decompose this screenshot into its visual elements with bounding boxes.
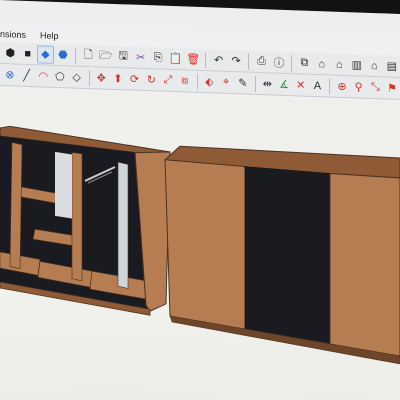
back-view-icon[interactable]: ⌂ bbox=[366, 56, 382, 75]
menu-extensions[interactable]: nsions bbox=[0, 26, 26, 43]
toolbar-separator bbox=[88, 69, 90, 86]
follow-me-icon[interactable]: ↻ bbox=[144, 71, 160, 90]
model-viewport[interactable] bbox=[0, 88, 400, 400]
iso-view-icon[interactable]: ⧉ bbox=[296, 54, 312, 73]
copy-icon[interactable]: ⎘ bbox=[150, 49, 166, 68]
push-pull-icon[interactable]: ⬆ bbox=[110, 69, 126, 88]
scale-icon[interactable]: ⤢ bbox=[160, 71, 176, 90]
axes-icon[interactable]: ✕ bbox=[293, 76, 309, 95]
zoom-icon[interactable]: ⚲ bbox=[351, 78, 367, 97]
rotated-rect-icon[interactable]: ◇ bbox=[69, 68, 85, 87]
front-view-icon[interactable]: ⌂ bbox=[331, 55, 347, 74]
move-icon[interactable]: ✥ bbox=[93, 69, 109, 88]
extension-manager-icon[interactable]: ⬣ bbox=[55, 45, 71, 64]
toolbar-separator bbox=[75, 47, 77, 64]
paint-icon[interactable]: ⬖ bbox=[201, 73, 217, 92]
tape-measure-icon[interactable]: ⌖ bbox=[218, 73, 234, 92]
text-icon[interactable]: A bbox=[310, 76, 326, 95]
extension-warehouse-icon[interactable]: ◆ bbox=[36, 44, 54, 64]
right-view-icon[interactable]: ▥ bbox=[349, 56, 365, 75]
menu-help[interactable]: Help bbox=[40, 27, 59, 44]
cabinet-model bbox=[0, 125, 400, 365]
erase-icon[interactable]: 🗑 bbox=[185, 50, 201, 69]
orbit-icon[interactable]: ⊗ bbox=[2, 66, 18, 85]
polygon-icon[interactable]: ⬠ bbox=[52, 67, 68, 86]
paste-icon[interactable]: 📋 bbox=[167, 49, 183, 68]
top-view-icon[interactable]: ⌂ bbox=[314, 54, 330, 73]
toolbar-separator bbox=[329, 77, 331, 95]
line-icon[interactable]: ╱ bbox=[19, 66, 35, 85]
walk-icon[interactable]: ⚑ bbox=[384, 79, 400, 98]
sketchup-window: nsions Help ⬢ ■ ◆ ⬣ 🗋 🗁 🖫 ✂ ⎘ 📋 🗑 ↶ ↷ ⎙ … bbox=[0, 0, 400, 400]
eraser-icon[interactable]: ✎ bbox=[235, 74, 251, 93]
print-icon[interactable]: ⎙ bbox=[253, 52, 269, 71]
section-plane-icon[interactable]: ⊕ bbox=[334, 77, 350, 96]
open-icon[interactable]: 🗁 bbox=[98, 47, 114, 66]
toolbar-separator bbox=[196, 73, 198, 90]
protractor-icon[interactable]: ∡ bbox=[276, 75, 292, 94]
redo-icon[interactable]: ↷ bbox=[228, 51, 244, 70]
new-icon[interactable]: 🗋 bbox=[80, 46, 96, 65]
save-icon[interactable]: 🖫 bbox=[115, 48, 131, 67]
open-wardrobe bbox=[0, 125, 171, 316]
cut-icon[interactable]: ✂ bbox=[132, 48, 148, 67]
toolbar-separator bbox=[254, 75, 256, 92]
rotate-icon[interactable]: ⟳ bbox=[127, 70, 143, 89]
arc-icon[interactable]: ◠ bbox=[35, 67, 51, 86]
zoom-extents-icon[interactable]: ⤡ bbox=[368, 78, 384, 97]
model-info-icon[interactable]: ⓘ bbox=[271, 53, 287, 72]
closed-wardrobe bbox=[164, 145, 400, 365]
dimension-icon[interactable]: ⇹ bbox=[259, 75, 275, 94]
offset-icon[interactable]: ⧈ bbox=[177, 72, 193, 91]
toolbar-separator bbox=[205, 51, 207, 68]
toolbar-separator bbox=[291, 54, 293, 71]
left-view-icon[interactable]: ▤ bbox=[384, 57, 400, 76]
solid-tools-icon[interactable]: ■ bbox=[19, 44, 35, 63]
components-icon[interactable]: ⬢ bbox=[2, 44, 18, 63]
undo-icon[interactable]: ↶ bbox=[210, 51, 226, 70]
toolbar-separator bbox=[248, 53, 250, 70]
